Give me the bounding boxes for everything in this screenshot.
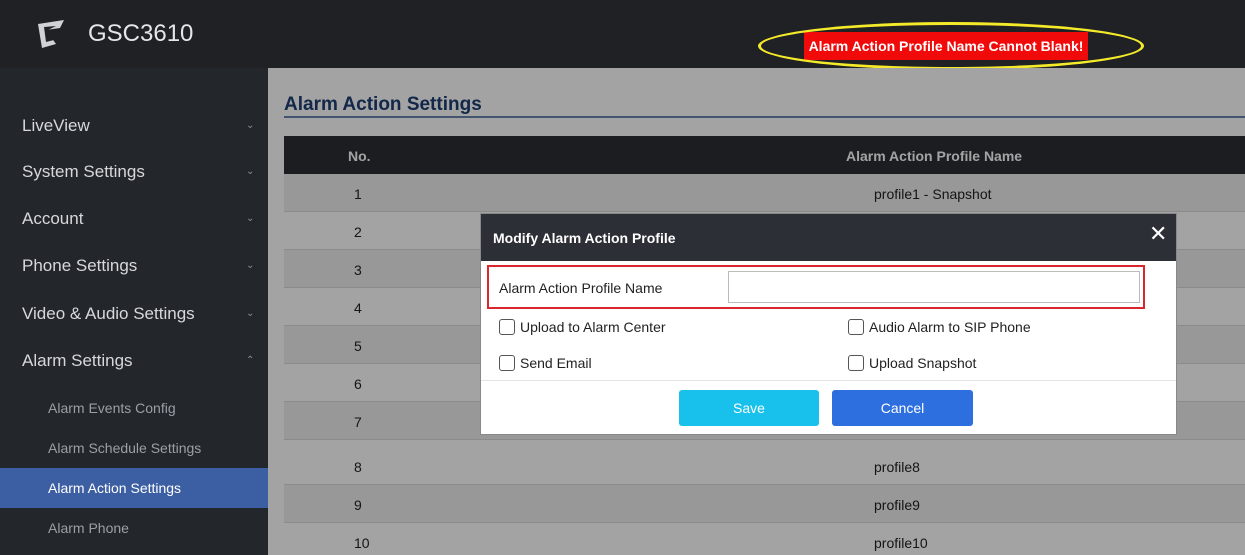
sidebar-item-label: Account — [22, 209, 84, 228]
dialog-footer-divider — [481, 380, 1176, 381]
sidebar-subitem-label: Alarm Phone — [48, 520, 129, 536]
app-title: GSC3610 — [88, 20, 194, 47]
chevron-up-icon: ⌃ — [246, 355, 255, 366]
sidebar-item-phone-settings[interactable]: Phone Settings ⌄ — [0, 256, 268, 280]
sidebar: LiveView ⌄ System Settings ⌄ Account ⌄ P… — [0, 68, 268, 555]
checkbox-box[interactable] — [499, 319, 515, 335]
checkbox-box[interactable] — [848, 355, 864, 371]
sidebar-item-account[interactable]: Account ⌄ — [0, 209, 268, 233]
sidebar-item-liveview[interactable]: LiveView ⌄ — [0, 116, 268, 140]
checkbox-label: Upload Snapshot — [869, 355, 977, 371]
cancel-button[interactable]: Cancel — [832, 390, 973, 426]
sidebar-subitem-label: Alarm Action Settings — [48, 480, 182, 496]
sidebar-subitem-label: Alarm Schedule Settings — [48, 440, 202, 456]
sidebar-item-system-settings[interactable]: System Settings ⌄ — [0, 162, 268, 186]
sidebar-item-alarm-settings[interactable]: Alarm Settings ⌃ — [0, 351, 268, 375]
checkbox-label: Send Email — [520, 355, 592, 371]
alert-highlight-ring — [758, 22, 1144, 70]
save-button[interactable]: Save — [679, 390, 819, 426]
chevron-down-icon: ⌄ — [246, 308, 255, 319]
sidebar-subitem-label: Alarm Events Config — [48, 400, 176, 416]
sidebar-subitem-alarm-schedule-settings[interactable]: Alarm Schedule Settings — [0, 428, 268, 468]
top-bar: GSC3610 Alarm Action Profile Name Cannot… — [0, 0, 1245, 70]
sidebar-subitem-alarm-action-settings[interactable]: Alarm Action Settings — [0, 468, 268, 508]
close-icon[interactable]: ✕ — [1149, 223, 1167, 245]
sidebar-item-label: Alarm Settings — [22, 351, 133, 370]
sidebar-item-label: LiveView — [22, 116, 90, 135]
sidebar-item-label: Phone Settings — [22, 256, 138, 275]
dialog-title: Modify Alarm Action Profile — [493, 230, 676, 246]
checkbox-label: Audio Alarm to SIP Phone — [869, 319, 1031, 335]
profile-name-label: Alarm Action Profile Name — [499, 280, 663, 296]
checkbox-box[interactable] — [848, 319, 864, 335]
grandstream-logo-icon — [38, 20, 64, 48]
app-window: GSC3610 Alarm Action Profile Name Cannot… — [0, 0, 1245, 555]
checkbox-box[interactable] — [499, 355, 515, 371]
profile-name-highlight: Alarm Action Profile Name — [487, 265, 1145, 309]
checkbox-label: Upload to Alarm Center — [520, 319, 666, 335]
sidebar-subitem-alarm-phone[interactable]: Alarm Phone — [0, 508, 268, 548]
dialog-header: Modify Alarm Action Profile ✕ — [481, 214, 1176, 261]
modify-profile-dialog: Modify Alarm Action Profile ✕ Alarm Acti… — [480, 213, 1177, 435]
sidebar-item-label: System Settings — [22, 162, 145, 181]
chevron-down-icon: ⌄ — [246, 166, 255, 177]
chevron-down-icon: ⌄ — [246, 260, 255, 271]
sidebar-item-video-audio-settings[interactable]: Video & Audio Settings ⌄ — [0, 304, 268, 328]
profile-name-input[interactable] — [728, 271, 1140, 303]
sidebar-subitem-alarm-events-config[interactable]: Alarm Events Config — [0, 388, 268, 428]
sidebar-item-label: Video & Audio Settings — [22, 304, 195, 323]
chevron-down-icon: ⌄ — [246, 213, 255, 224]
chevron-down-icon: ⌄ — [246, 120, 255, 131]
